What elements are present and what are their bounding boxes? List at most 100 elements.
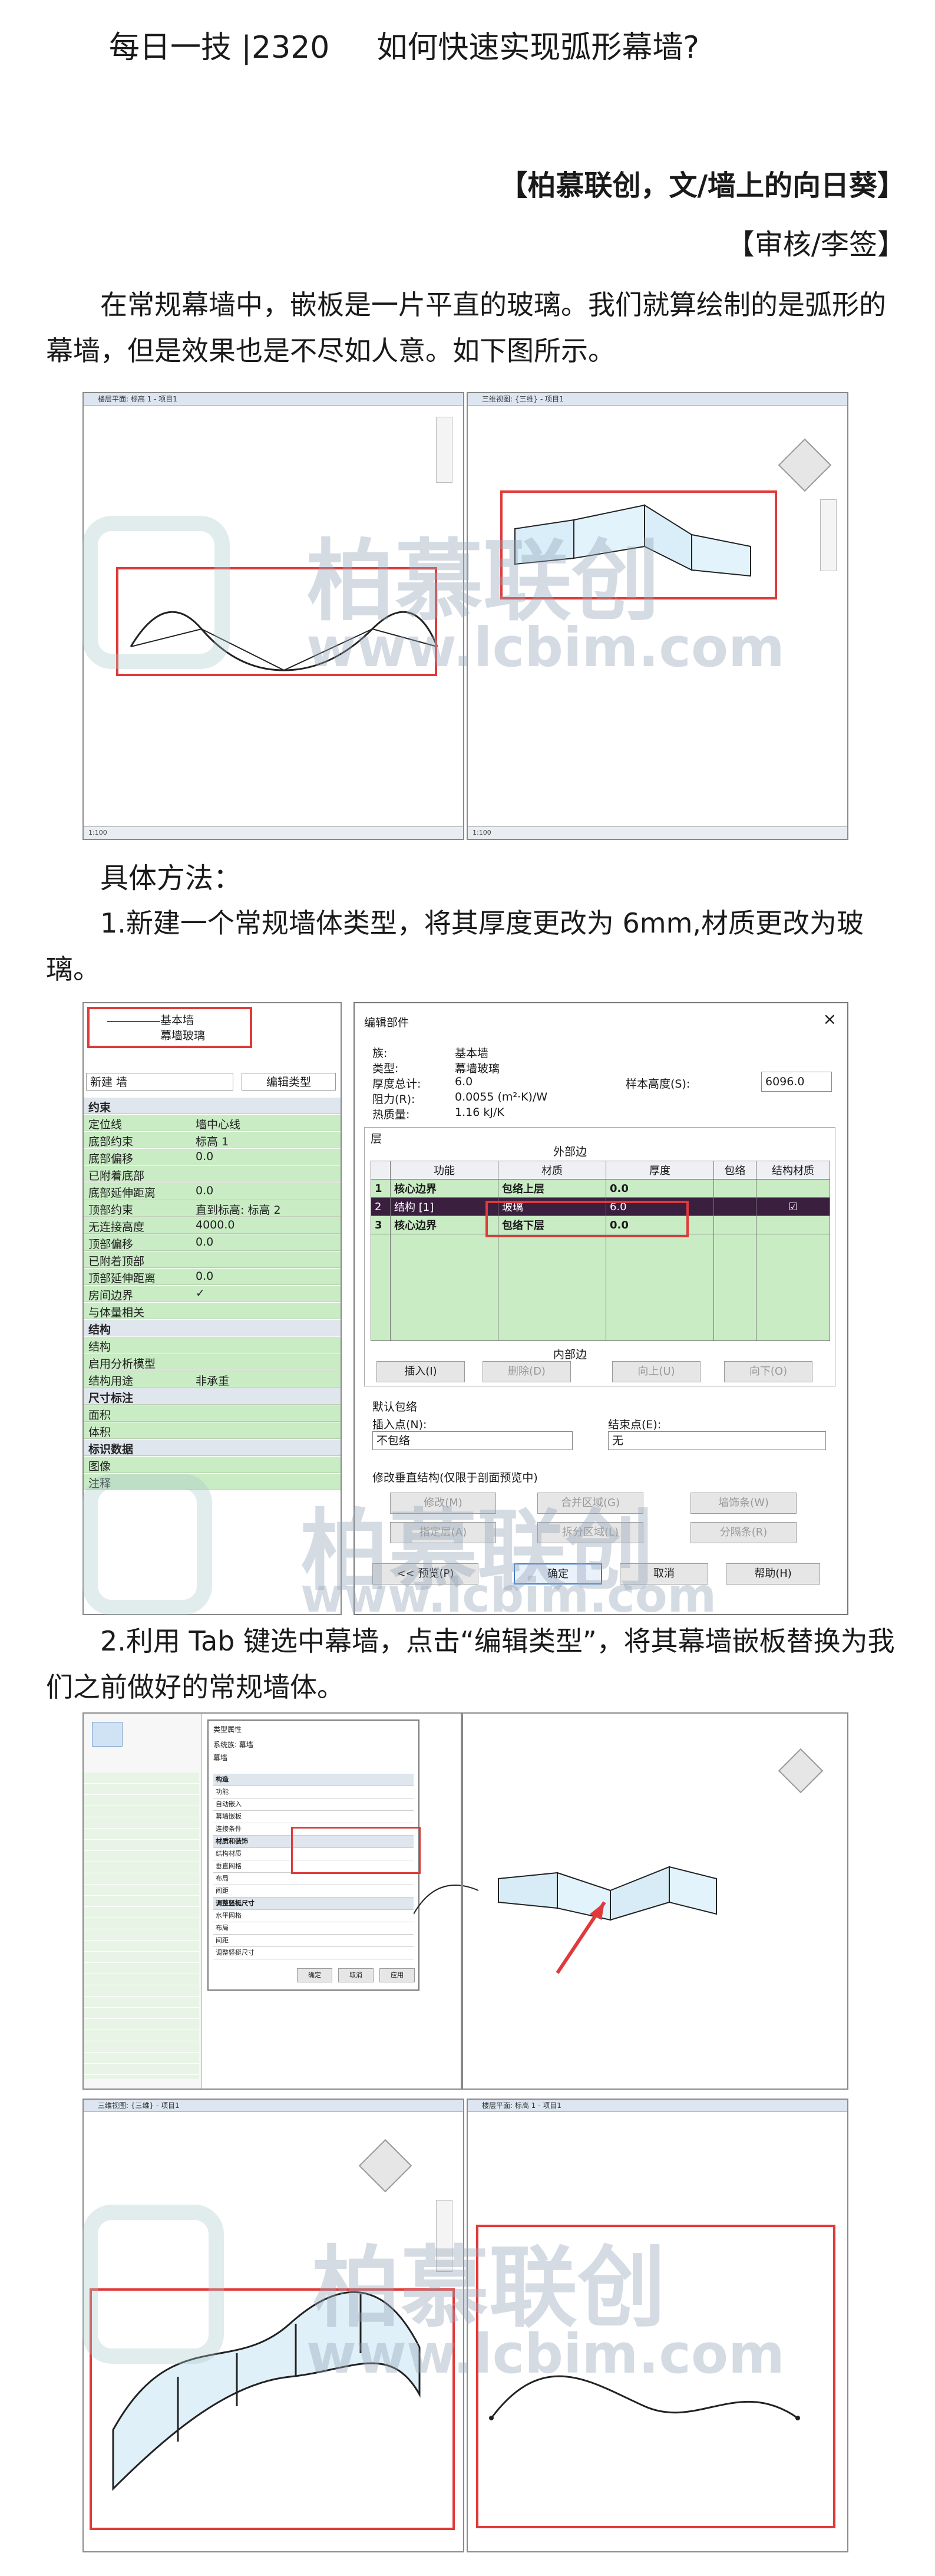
parameter-row[interactable]: 调整竖梃尺寸 <box>213 1898 414 1910</box>
cancel-button[interactable]: 取消 <box>338 1968 374 1982</box>
resistance-value: 0.0055 (m²·K)/W <box>455 1091 548 1103</box>
properties-grid <box>84 1773 199 2079</box>
property-row[interactable]: 底部延伸距离 0.0 <box>84 1183 341 1200</box>
apply-button[interactable]: 应用 <box>379 1968 415 1982</box>
sample-height-label: 样本高度(S): <box>626 1078 690 1091</box>
property-row[interactable]: 与体量相关 <box>84 1303 341 1319</box>
insert-button[interactable]: 插入(I) <box>376 1361 465 1382</box>
property-row[interactable]: 房间边界 ✓ <box>84 1286 341 1302</box>
reveals-button[interactable]: 分隔条(R) <box>690 1522 797 1543</box>
assign-layers-button[interactable]: 指定层(A) <box>390 1522 496 1543</box>
property-key: 顶部约束 <box>88 1204 134 1217</box>
end-point-select[interactable]: 无 <box>608 1431 826 1450</box>
series-label: 每日一技 |2320 <box>109 30 330 65</box>
property-row[interactable]: 面积 <box>84 1405 341 1422</box>
family-value: 系统族: 幕墙 <box>213 1741 253 1749</box>
property-key: 图像 <box>88 1460 111 1473</box>
intro-paragraph: 在常规幕墙中，嵌板是一片平直的玻璃。我们就算绘制的是弧形的幕墙，但是效果也是不尽… <box>46 289 886 367</box>
property-key: 顶部偏移 <box>88 1238 134 1251</box>
property-row[interactable]: 底部偏移 0.0 <box>84 1149 341 1165</box>
move-up-button[interactable]: 向上(U) <box>612 1361 701 1382</box>
highlight-box <box>87 1007 252 1048</box>
help-button[interactable]: 帮助(H) <box>726 1563 820 1585</box>
property-row[interactable]: 已附着底部 <box>84 1166 341 1182</box>
step-2-paragraph: 2.利用 Tab 键选中幕墙，点击“编辑类型”，将其幕墙嵌板替换为我们之前做好的… <box>46 1625 895 1703</box>
mass-value: 1.16 kJ/K <box>455 1106 504 1119</box>
property-value: 直到标高: 标高 2 <box>196 1204 281 1217</box>
ok-button[interactable]: 确定 <box>514 1563 602 1585</box>
parameter-row[interactable]: 布局 <box>213 1922 414 1935</box>
split-region-button[interactable]: 拆分区域(L) <box>537 1522 643 1543</box>
property-row[interactable]: 无连接高度 4000.0 <box>84 1217 341 1234</box>
delete-button[interactable]: 删除(D) <box>483 1361 571 1382</box>
property-group: 尺寸标注 <box>84 1388 341 1405</box>
dialog-title: 编辑部件 <box>364 1016 409 1029</box>
property-key: 底部偏移 <box>88 1152 134 1165</box>
plan-view-window[interactable]: 楼层平面: 标高 1 - 项目1 <box>467 2099 848 2552</box>
property-group: 标识数据 <box>84 1439 341 1456</box>
figure-1: 楼层平面: 标高 1 - 项目1 1:100 三维视图: {三维} - 项目1 … <box>82 392 848 840</box>
property-key: 定位线 <box>88 1118 123 1131</box>
article-title: 如何快速实现弧形幕墙? <box>376 30 699 65</box>
property-key: 已附着底部 <box>88 1170 145 1182</box>
watermark-logo <box>82 2205 224 2364</box>
property-row[interactable]: 已附着顶部 <box>84 1251 341 1268</box>
dialog-title: 类型属性 <box>213 1725 242 1734</box>
curtain-wall-icon <box>92 1722 123 1747</box>
property-key: 结构 <box>88 1340 111 1353</box>
highlight-box <box>476 2225 835 2528</box>
parameter-row[interactable]: 构造 <box>213 1774 414 1786</box>
insert-point-label: 插入点(N): <box>372 1418 427 1431</box>
property-row[interactable]: 启用分析模型 <box>84 1354 341 1371</box>
parameter-row[interactable]: 水平网格 <box>213 1910 414 1922</box>
preview-button[interactable]: << 预览(P) <box>372 1563 478 1585</box>
property-row[interactable]: 体积 <box>84 1422 341 1439</box>
property-row[interactable]: 顶部延伸距离 0.0 <box>84 1269 341 1285</box>
move-down-button[interactable]: 向下(O) <box>724 1361 812 1382</box>
property-row[interactable]: 底部约束 标高 1 <box>84 1132 341 1148</box>
property-row[interactable]: 顶部偏移 0.0 <box>84 1234 341 1251</box>
parameter-row[interactable]: 间距 <box>213 1885 414 1898</box>
property-row[interactable]: 结构 <box>84 1337 341 1353</box>
parameter-row[interactable]: 调整竖梃尺寸 <box>213 1947 414 1959</box>
parameter-row[interactable]: 间距 <box>213 1935 414 1947</box>
property-key: 房间边界 <box>88 1289 134 1302</box>
parameter-row[interactable]: 幕墙嵌板 <box>213 1811 414 1823</box>
merge-regions-button[interactable]: 合并区域(G) <box>537 1493 643 1514</box>
property-key: 约束 <box>88 1101 111 1114</box>
cancel-button[interactable]: 取消 <box>620 1563 708 1585</box>
wrap-label: 默认包络 <box>372 1401 418 1414</box>
close-icon[interactable]: × <box>823 1009 837 1029</box>
ok-button[interactable]: 确定 <box>297 1968 332 1982</box>
property-row[interactable]: 结构用途 非承重 <box>84 1371 341 1388</box>
mass-label: 热质量: <box>372 1108 410 1121</box>
modify-structure-label: 修改垂直结构(仅限于剖面预览中) <box>372 1471 538 1484</box>
instance-selector[interactable]: 新建 墙 <box>86 1073 233 1091</box>
property-row[interactable]: 图像 <box>84 1457 341 1473</box>
view-status: 1:100 <box>84 826 463 839</box>
article-header: 每日一技 |2320 如何快速实现弧形幕墙? <box>109 22 699 67</box>
layers-table[interactable]: 功能 材质 厚度 包络 结构材质 1 核心边界 包络上层 0.0 2 结构 [1] 玻璃 6… <box>371 1161 830 1341</box>
sample-height-input[interactable]: 6096.0 <box>761 1072 832 1092</box>
property-key: 标识数据 <box>88 1443 134 1456</box>
layers-group: 层 外部边 功能 材质 厚度 包络 结构材质 1 核心边界 包络上层 0.0 2 结构 … <box>364 1127 835 1386</box>
modify-button[interactable]: 修改(M) <box>390 1493 496 1514</box>
parameter-row[interactable]: 布局 <box>213 1873 414 1885</box>
3d-view-window[interactable]: 三维视图: {三维} - 项目1 1:100 <box>467 392 848 840</box>
edit-type-button[interactable]: 编辑类型 <box>242 1073 336 1091</box>
3d-curtain-wall <box>514 504 751 577</box>
family-label: 族: <box>372 1047 388 1060</box>
table-row[interactable]: 1 核心边界 包络上层 0.0 <box>371 1179 830 1198</box>
insert-point-select[interactable]: 不包络 <box>372 1431 573 1450</box>
property-row[interactable]: 顶部约束 直到标高: 标高 2 <box>84 1200 341 1217</box>
end-point-label: 结束点(E): <box>608 1418 662 1431</box>
property-value: 0.0 <box>196 1270 214 1283</box>
property-row[interactable]: 定位线 墙中心线 <box>84 1115 341 1131</box>
sweeps-button[interactable]: 墙饰条(W) <box>690 1493 797 1514</box>
watermark-logo <box>82 1474 212 1615</box>
review-byline: 【审核/李签】 <box>726 228 906 261</box>
parameter-row[interactable]: 功能 <box>213 1786 414 1798</box>
3d-curtain-wall <box>498 1866 717 1974</box>
author-byline: 【柏慕联创，文/墙上的向日葵】 <box>499 169 906 202</box>
parameter-row[interactable]: 自动嵌入 <box>213 1798 414 1811</box>
